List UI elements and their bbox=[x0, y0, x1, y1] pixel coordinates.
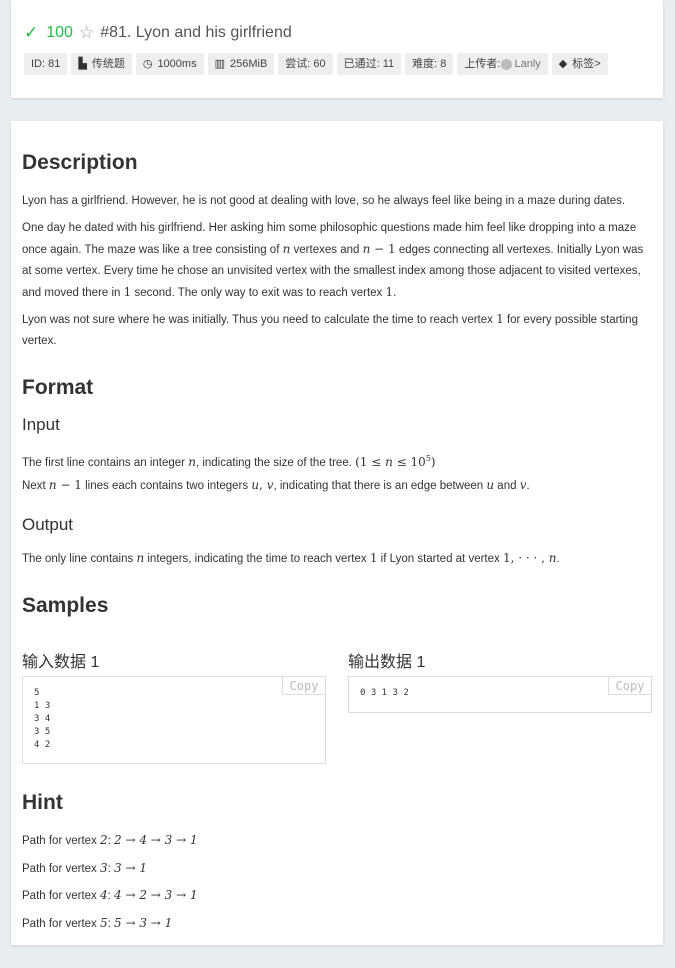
hint-line: Path for vertex 5: 5 → 3 → 1 bbox=[22, 916, 173, 930]
math-u: u bbox=[486, 478, 495, 492]
passed-badge: 已通过: 11 bbox=[336, 53, 402, 75]
output-p: The only line contains n integers, indic… bbox=[22, 551, 560, 565]
input-p2: Next n − 1 lines each contains two integ… bbox=[22, 478, 530, 492]
tries-badge: 尝试: 60 bbox=[278, 53, 333, 75]
sample-input-title: 输入数据 1 bbox=[22, 654, 100, 671]
math-n-minus-1: n − 1 bbox=[362, 242, 396, 256]
uploader-name[interactable]: Lanly bbox=[514, 53, 540, 75]
time-limit-badge: ◷ 1000ms bbox=[135, 53, 204, 75]
hint-prefix: Path for vertex bbox=[22, 918, 100, 930]
samples-heading: Samples bbox=[22, 594, 109, 617]
math-range: 1, · · · , n bbox=[502, 551, 557, 565]
memory-icon: ▥ bbox=[214, 58, 225, 70]
fmt-text: and bbox=[494, 480, 520, 492]
fmt-text: The first line contains an integer bbox=[22, 457, 189, 469]
problem-badges: ID: 81 ▙ 传统题 ◷ 1000ms ▥ 256MiB 尝试: 60 已通… bbox=[24, 53, 608, 75]
sample-output-box[interactable]: 0 3 1 3 2 Copy bbox=[348, 676, 652, 713]
type-label: 传统题 bbox=[91, 58, 125, 70]
uploader-badge[interactable]: 上传者: Lanly bbox=[457, 53, 548, 75]
description-p1: Lyon has a girlfriend. However, he is no… bbox=[22, 195, 626, 207]
problem-title-row: ✓ 100 ☆ #81. Lyon and his girlfriend bbox=[24, 22, 292, 44]
input-p1: The first line contains an integer n, in… bbox=[22, 448, 652, 474]
math-n-minus-1: n − 1 bbox=[48, 478, 82, 492]
hint-path: 5 → 3 → 1 bbox=[114, 916, 173, 930]
hint-vertex: 4 bbox=[99, 888, 108, 902]
sample-input-data[interactable]: 5 1 3 3 4 3 5 4 2 bbox=[23, 677, 325, 762]
hint-prefix: Path for vertex bbox=[22, 863, 100, 875]
hint-line: Path for vertex 4: 4 → 2 → 3 → 1 bbox=[22, 888, 198, 902]
sample-input-box[interactable]: 5 1 3 3 4 3 5 4 2 Copy bbox=[22, 676, 326, 764]
avatar bbox=[501, 58, 513, 70]
problem-content: Description Lyon has a girlfriend. Howev… bbox=[11, 121, 663, 945]
fmt-text: Next bbox=[22, 480, 49, 492]
hint-path: 4 → 2 → 3 → 1 bbox=[114, 888, 198, 902]
math-1: 1 bbox=[385, 285, 394, 299]
fmt-text: , indicating that there is an edge betwe… bbox=[273, 480, 487, 492]
time-limit: 1000ms bbox=[157, 58, 197, 70]
hint-path: 2 → 4 → 3 → 1 bbox=[114, 833, 198, 847]
tags-toggle[interactable]: 标签> bbox=[572, 53, 600, 75]
math-n: n bbox=[188, 455, 196, 469]
description-heading: Description bbox=[22, 151, 138, 174]
star-icon[interactable]: ☆ bbox=[79, 23, 94, 43]
memory-limit: 256MiB bbox=[229, 58, 268, 70]
timer-icon: ◷ bbox=[142, 58, 153, 70]
memory-limit-badge: ▥ 256MiB bbox=[207, 53, 275, 75]
hint-path: 3 → 1 bbox=[114, 861, 147, 875]
check-icon: ✓ bbox=[24, 23, 39, 42]
fmt-text: if Lyon started at vertex bbox=[377, 553, 503, 565]
hint-line: Path for vertex 3: 3 → 1 bbox=[22, 861, 147, 875]
id-badge: ID: 81 bbox=[24, 53, 68, 75]
problem-title: #81. Lyon and his girlfriend bbox=[100, 24, 292, 41]
hint-prefix: Path for vertex bbox=[22, 835, 100, 847]
hint-line: Path for vertex 2: 2 → 4 → 3 → 1 bbox=[22, 833, 198, 847]
sample-output-title: 输出数据 1 bbox=[348, 654, 426, 671]
output-heading: Output bbox=[22, 515, 74, 534]
hint-vertex: 2 bbox=[99, 833, 108, 847]
fmt-text: integers, indicating the time to reach v… bbox=[144, 553, 370, 565]
description-p2: One day he dated with his girlfriend. He… bbox=[22, 222, 644, 299]
description-p3: Lyon was not sure where he was initially… bbox=[22, 309, 652, 352]
desc-text: Lyon was not sure where he was initially… bbox=[22, 314, 497, 326]
desc-text: vertexes and bbox=[290, 244, 363, 256]
math-u-v: u, v bbox=[251, 478, 274, 492]
tag-icon: ◆ bbox=[558, 58, 568, 70]
score: 100 bbox=[46, 24, 73, 41]
math-constraint: (1 ≤ n ≤ 105) bbox=[355, 454, 436, 469]
copy-input-button[interactable]: Copy bbox=[282, 677, 325, 695]
format-heading: Format bbox=[22, 376, 94, 399]
sample-output-data[interactable]: 0 3 1 3 2 bbox=[349, 677, 651, 710]
difficulty-badge: 难度: 8 bbox=[405, 53, 454, 75]
fmt-text: The only line contains bbox=[22, 553, 137, 565]
book-icon: ▙ bbox=[78, 58, 87, 70]
math-1: 1 bbox=[496, 312, 504, 326]
hint-vertex: 3 bbox=[99, 861, 108, 875]
tags-badge[interactable]: ◆ 标签> bbox=[551, 53, 608, 75]
type-badge: ▙ 传统题 bbox=[71, 53, 132, 75]
copy-output-button[interactable]: Copy bbox=[608, 677, 651, 695]
fmt-text: , indicating the size of the tree. bbox=[195, 457, 356, 469]
hint-vertex: 5 bbox=[99, 916, 108, 930]
fmt-text: lines each contains two integers bbox=[81, 480, 252, 492]
math-n: n bbox=[136, 551, 145, 565]
hint-heading: Hint bbox=[22, 791, 63, 814]
uploader-label: 上传者: bbox=[464, 58, 501, 70]
hint-prefix: Path for vertex bbox=[22, 890, 100, 902]
math-v: v bbox=[519, 478, 527, 492]
desc-text: second. The only way to exit was to reac… bbox=[131, 287, 386, 299]
input-heading: Input bbox=[22, 415, 60, 434]
problem-header: ✓ 100 ☆ #81. Lyon and his girlfriend ID:… bbox=[11, 0, 663, 98]
